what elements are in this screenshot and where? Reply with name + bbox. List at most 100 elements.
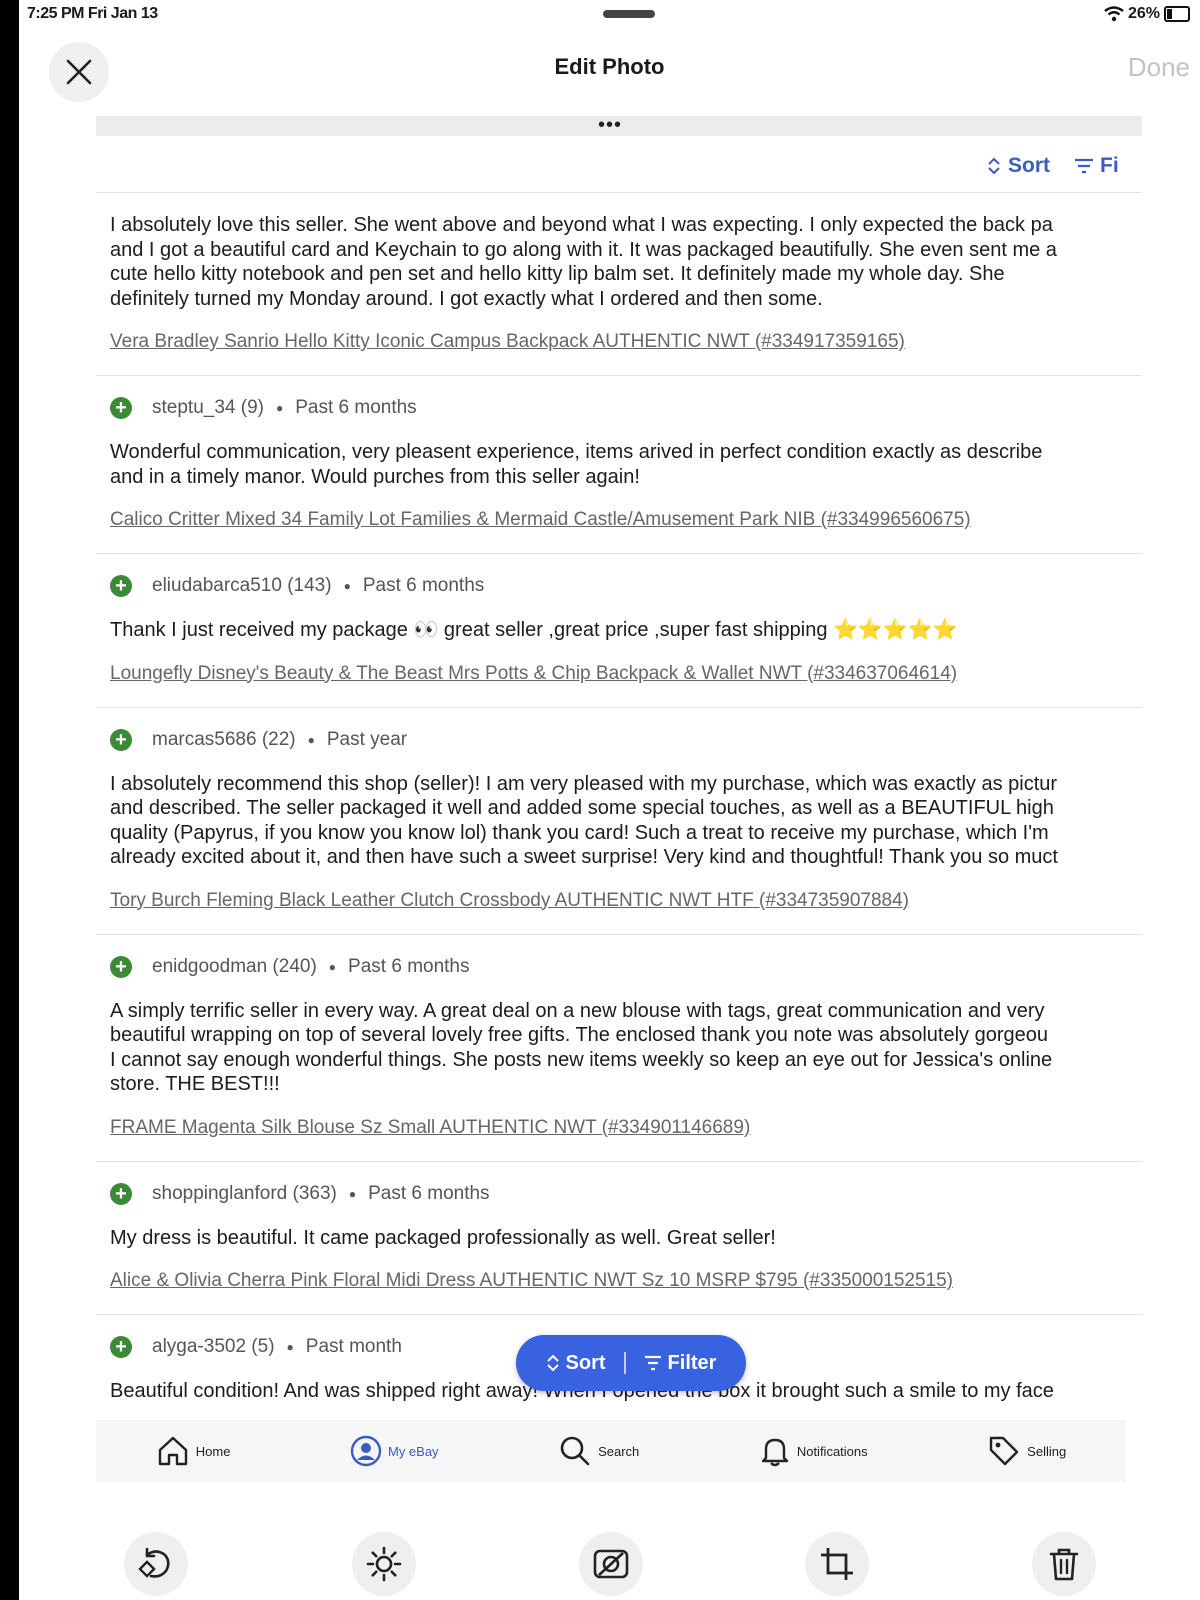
floating-sort-filter: Sort Filter: [516, 1335, 746, 1391]
review-item-link: FRAME Magenta Silk Blouse Sz Small AUTHE…: [110, 1116, 751, 1138]
crop-icon: [821, 1548, 853, 1580]
search-icon: [560, 1436, 590, 1466]
done-button[interactable]: Done: [1128, 52, 1190, 83]
review-line: A simply terrific seller in every way. A…: [110, 999, 1045, 1022]
adjust-button[interactable]: [352, 1532, 416, 1596]
nav-search: Search: [558, 1434, 639, 1468]
float-sort-label: Sort: [565, 1351, 606, 1374]
ebay-bottom-nav: Home My eBay Search Notifications Sellin…: [96, 1420, 1126, 1482]
review-text: Thank I just received my package 👀 great…: [110, 618, 1142, 643]
reviewer-name: marcas5686 (22): [152, 728, 296, 750]
review-line: Wonderful communication, very pleasent e…: [110, 441, 1043, 463]
review-line: store. THE BEST!!!: [110, 1073, 280, 1095]
review-time: Past year: [326, 728, 408, 750]
float-filter: Filter: [644, 1351, 717, 1375]
separator-dot: ●: [348, 1186, 357, 1201]
editor-toolbar: [19, 1528, 1200, 1600]
battery-percent: 26%: [1127, 5, 1160, 22]
review-meta: + marcas5686 (22) ● Past year: [110, 708, 1142, 772]
review-line: I absolutely love this seller. She went …: [110, 214, 1053, 236]
nav-search-label: Search: [598, 1443, 640, 1459]
sort-label: Sort: [1008, 154, 1050, 177]
review-line: definitely turned my Monday around. I go…: [110, 287, 823, 310]
sort-arrows-icon: [546, 1354, 559, 1372]
review-time: Past 6 months: [295, 397, 417, 418]
multitasking-indicator[interactable]: [603, 10, 655, 18]
delete-button[interactable]: [1032, 1532, 1096, 1596]
pill-divider: [623, 1352, 626, 1374]
more-dots-icon: •••: [598, 116, 623, 136]
review-meta: + eliudabarca510 (143) ● Past 6 months: [110, 554, 1142, 618]
positive-rating-icon: +: [110, 728, 132, 751]
review-line: I cannot say enough wonderful things. Sh…: [110, 1048, 1053, 1071]
review-item-link: Alice & Olivia Cherra Pink Floral Midi D…: [110, 1270, 954, 1291]
positive-rating-icon: +: [110, 1336, 132, 1358]
sort-control: Sort: [986, 154, 1050, 178]
rotate-icon: [138, 1547, 170, 1578]
separator-dot: ●: [328, 959, 337, 974]
photo-top-strip: •••: [96, 116, 1142, 136]
review-time: Past 6 months: [362, 575, 485, 596]
review-item-link: Vera Bradley Sanrio Hello Kitty Iconic C…: [110, 331, 905, 352]
reviewer-name: enidgoodman (240): [152, 955, 317, 977]
crop-button[interactable]: [805, 1532, 869, 1596]
reviewer-name: steptu_34 (9): [152, 397, 264, 418]
review-item: + shoppinglanford (363) ● Past 6 months …: [96, 1162, 1142, 1315]
review-text: I absolutely recommend this shop (seller…: [110, 772, 1142, 870]
review-line: cute hello kitty notebook and pen set an…: [110, 263, 1005, 285]
review-line: quality (Papyrus, if you know you know l…: [110, 821, 1049, 844]
filters-icon: [593, 1549, 629, 1579]
positive-rating-icon: +: [110, 955, 132, 978]
review-item: + marcas5686 (22) ● Past year I absolute…: [96, 708, 1142, 935]
review-text: My dress is beautiful. It came packaged …: [110, 1226, 1142, 1251]
profile-icon: [350, 1435, 382, 1467]
reviewer-name: shoppinglanford (363): [152, 1182, 337, 1204]
filter-label: Fi: [1100, 154, 1119, 177]
separator-dot: ●: [307, 732, 315, 747]
nav-selling: Selling: [987, 1434, 1066, 1468]
review-time: Past 6 months: [368, 1182, 490, 1204]
review-item-link: Calico Critter Mixed 34 Family Lot Famil…: [110, 509, 971, 530]
review-line: and in a timely manor. Would purches fro…: [110, 465, 640, 488]
status-right: 26%: [1104, 5, 1190, 23]
review-meta: + enidgoodman (240) ● Past 6 months: [110, 935, 1142, 999]
sort-arrows-icon: [988, 157, 1000, 175]
status-time: 7:25 PM Fri Jan 13: [27, 5, 158, 22]
nav-home-label: Home: [195, 1443, 231, 1459]
review-text: I absolutely love this seller. She went …: [110, 193, 1142, 311]
float-filter-label: Filter: [667, 1351, 717, 1374]
photo-canvas: ••• Sort Fi I absolutely love this selle…: [96, 116, 1142, 1512]
review-item: + eliudabarca510 (143) ● Past 6 months T…: [96, 554, 1142, 708]
positive-rating-icon: +: [110, 1182, 132, 1205]
review-line: I absolutely recommend this shop (seller…: [110, 772, 1058, 795]
editor-header: Edit Photo Done: [19, 36, 1200, 102]
review-line: already excited about it, and then have …: [110, 846, 1058, 868]
wifi-icon: [1104, 6, 1124, 22]
positive-rating-icon: +: [110, 397, 132, 419]
filter-icon: [644, 1355, 661, 1371]
reviewer-name: eliudabarca510 (143): [152, 575, 332, 596]
review-line: and described. The seller packaged it we…: [110, 797, 1054, 819]
review-item: + enidgoodman (240) ● Past 6 months A si…: [96, 935, 1142, 1162]
home-icon: [158, 1436, 187, 1466]
nav-home: Home: [156, 1434, 231, 1468]
review-time: Past 6 months: [348, 955, 470, 977]
sort-filter-row: Sort Fi: [96, 136, 1142, 193]
nav-notifications: Notifications: [759, 1434, 868, 1468]
review-text: A simply terrific seller in every way. A…: [110, 999, 1142, 1097]
review-line: and I got a beautiful card and Keychain …: [110, 238, 1057, 261]
status-bar: 7:25 PM Fri Jan 13 26%: [19, 0, 1200, 30]
float-sort: Sort: [546, 1352, 606, 1375]
nav-myebay-label: My eBay: [387, 1443, 439, 1459]
nav-myebay: My eBay: [350, 1435, 439, 1467]
left-edge-bar: [0, 0, 19, 1600]
nav-notifications-label: Notifications: [796, 1443, 868, 1459]
review-meta: + steptu_34 (9) ● Past 6 months: [110, 376, 1142, 440]
review-line: My dress is beautiful. It came packaged …: [110, 1226, 776, 1249]
battery-icon: [1164, 6, 1190, 22]
review-meta: + shoppinglanford (363) ● Past 6 months: [110, 1162, 1142, 1226]
rotate-button[interactable]: [124, 1532, 188, 1596]
filter-icon: [1075, 158, 1093, 174]
filters-button[interactable]: [579, 1532, 643, 1596]
separator-dot: ●: [275, 401, 284, 415]
